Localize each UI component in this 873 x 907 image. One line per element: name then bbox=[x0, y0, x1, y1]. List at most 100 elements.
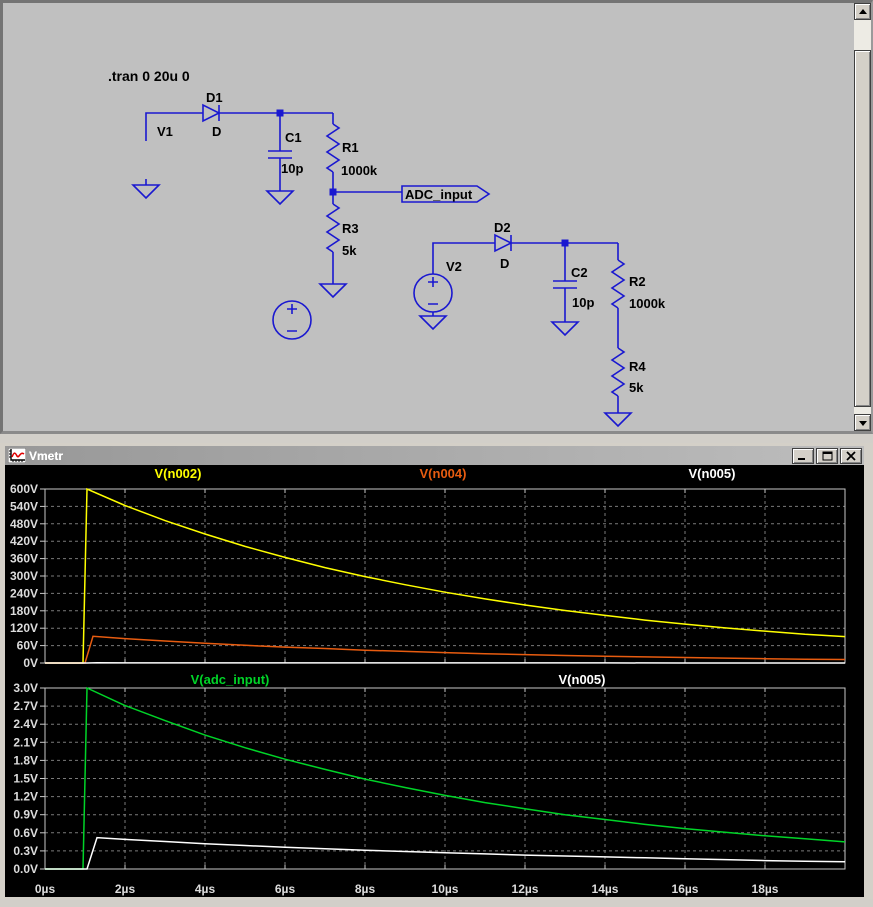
label-D2[interactable]: D2 bbox=[494, 220, 511, 235]
resistor-R4[interactable] bbox=[612, 348, 624, 396]
y-tick-label: 420V bbox=[10, 534, 38, 548]
x-tick-label: 12µs bbox=[512, 882, 539, 896]
y-tick-label: 360V bbox=[10, 552, 38, 566]
ground-icon[interactable] bbox=[320, 284, 346, 297]
label-R1[interactable]: R1 bbox=[342, 140, 359, 155]
ground-icon[interactable] bbox=[552, 322, 578, 335]
y-tick-label: 1.2V bbox=[13, 790, 38, 804]
label-R4[interactable]: R4 bbox=[629, 359, 646, 374]
legend-V(n005)[interactable]: V(n005) bbox=[559, 672, 606, 687]
ground-icon[interactable] bbox=[267, 191, 293, 204]
y-tick-label: 3.0V bbox=[13, 681, 38, 695]
waveform-svg: 600V 540V 480V 420V 360V 300V 240V 180V 120V 60V 0… bbox=[5, 465, 862, 897]
plot-pane-2: 3.0V 2.7V 2.4V 2.1V 1.8V 1.5V 1.2V 0.9V 0.6V 0.3V… bbox=[13, 672, 845, 876]
junction-node bbox=[562, 240, 569, 247]
schematic-vertical-scrollbar[interactable] bbox=[854, 3, 871, 431]
waveform-app-icon bbox=[8, 448, 26, 463]
waveform-plot-area[interactable]: 600V 540V 480V 420V 360V 300V 240V 180V 120V 60V 0… bbox=[5, 465, 864, 897]
diode-D2[interactable] bbox=[495, 235, 511, 251]
label-D1-model[interactable]: D bbox=[212, 124, 221, 139]
waveform-titlebar[interactable]: Vmetr bbox=[5, 446, 864, 465]
capacitor-C2[interactable] bbox=[553, 281, 577, 288]
y-tick-label: 1.5V bbox=[13, 772, 38, 786]
y-tick-label: 0.9V bbox=[13, 808, 38, 822]
plot-pane-1: 600V 540V 480V 420V 360V 300V 240V 180V 120V 60V 0… bbox=[10, 466, 845, 670]
y-tick-label: 300V bbox=[10, 569, 38, 583]
y-tick-label: 2.4V bbox=[13, 717, 38, 731]
schematic-window: ADC_input .tran 0 20u 0 V1 D1 D C1 10p R… bbox=[0, 0, 873, 434]
maximize-button[interactable] bbox=[816, 448, 838, 464]
y-tick-label: 480V bbox=[10, 517, 38, 531]
label-R3-value[interactable]: 5k bbox=[342, 243, 357, 258]
resistor-R1[interactable] bbox=[327, 124, 339, 172]
scroll-down-button[interactable] bbox=[854, 414, 871, 431]
y-tick-label: 0.6V bbox=[13, 826, 38, 840]
close-button[interactable] bbox=[840, 448, 862, 464]
minimize-icon bbox=[797, 451, 809, 461]
scroll-up-button[interactable] bbox=[854, 3, 871, 20]
x-tick-label: 2µs bbox=[115, 882, 136, 896]
y-tick-label: 1.8V bbox=[13, 753, 38, 767]
ground-icon[interactable] bbox=[605, 413, 631, 426]
x-tick-label: 4µs bbox=[195, 882, 216, 896]
y-tick-label: 240V bbox=[10, 586, 38, 600]
arrow-down-icon bbox=[859, 421, 867, 426]
x-tick-label: 10µs bbox=[432, 882, 459, 896]
ground-icon[interactable] bbox=[133, 185, 159, 198]
y-tick-label: 540V bbox=[10, 499, 38, 513]
spice-directive[interactable]: .tran 0 20u 0 bbox=[108, 68, 190, 84]
label-C1-value[interactable]: 10p bbox=[281, 161, 303, 176]
label-R2-value[interactable]: 1000k bbox=[629, 296, 666, 311]
resistor-R3[interactable] bbox=[327, 204, 339, 252]
y-tick-label: 2.7V bbox=[13, 699, 38, 713]
legend-V(n005)[interactable]: V(n005) bbox=[689, 466, 736, 481]
x-tick-label: 8µs bbox=[355, 882, 376, 896]
junction-node bbox=[277, 110, 284, 117]
label-V1[interactable]: V1 bbox=[157, 124, 173, 139]
minimize-button[interactable] bbox=[792, 448, 814, 464]
capacitor-C1[interactable] bbox=[268, 151, 292, 158]
label-R1-value[interactable]: 1000k bbox=[341, 163, 378, 178]
voltage-source-V2[interactable] bbox=[414, 274, 452, 312]
label-D2-model[interactable]: D bbox=[500, 256, 509, 271]
net-flag-adc-input[interactable]: ADC_input bbox=[402, 186, 489, 202]
scrollbar-thumb[interactable] bbox=[854, 50, 871, 407]
schematic-canvas[interactable]: ADC_input .tran 0 20u 0 V1 D1 D C1 10p R… bbox=[3, 3, 852, 431]
desktop: { "schematic": { "directive": ".tran 0 2… bbox=[0, 0, 873, 907]
label-R2[interactable]: R2 bbox=[629, 274, 646, 289]
x-tick-label: 18µs bbox=[752, 882, 779, 896]
junction-node bbox=[330, 189, 337, 196]
y-tick-label: 180V bbox=[10, 604, 38, 618]
y-tick-label: 2.1V bbox=[13, 735, 38, 749]
close-icon bbox=[846, 451, 856, 461]
y-tick-label: 120V bbox=[10, 621, 38, 635]
resistor-R2[interactable] bbox=[612, 260, 624, 308]
x-tick-label: 0µs bbox=[35, 882, 56, 896]
legend-V(n004)[interactable]: V(n004) bbox=[420, 466, 467, 481]
label-C2-value[interactable]: 10p bbox=[572, 295, 594, 310]
maximize-icon bbox=[822, 451, 833, 461]
x-tick-label: 16µs bbox=[672, 882, 699, 896]
y-tick-label: 600V bbox=[10, 482, 38, 496]
label-C1[interactable]: C1 bbox=[285, 130, 302, 145]
y-tick-label: 60V bbox=[17, 639, 38, 653]
legend-V(n002)[interactable]: V(n002) bbox=[155, 466, 202, 481]
x-tick-label: 6µs bbox=[275, 882, 296, 896]
x-tick-label: 14µs bbox=[592, 882, 619, 896]
label-V2[interactable]: V2 bbox=[446, 259, 462, 274]
label-R4-value[interactable]: 5k bbox=[629, 380, 644, 395]
label-C2[interactable]: C2 bbox=[571, 265, 588, 280]
waveform-window: Vmetr 600V 540V 480V 420V 360V 300V 240V 180V 12… bbox=[0, 443, 873, 899]
net-flag-label[interactable]: ADC_input bbox=[405, 187, 473, 202]
y-tick-label: 0.0V bbox=[13, 862, 38, 876]
ground-icon[interactable] bbox=[420, 316, 446, 329]
window-title: Vmetr bbox=[29, 449, 790, 463]
label-R3[interactable]: R3 bbox=[342, 221, 359, 236]
y-tick-label: 0.3V bbox=[13, 844, 38, 858]
voltage-source-V1[interactable] bbox=[273, 301, 311, 339]
label-D1[interactable]: D1 bbox=[206, 90, 223, 105]
diode-D1[interactable] bbox=[203, 105, 219, 121]
y-tick-label: 0V bbox=[23, 656, 38, 670]
legend-V(adc_input)[interactable]: V(adc_input) bbox=[191, 672, 270, 687]
arrow-up-icon bbox=[859, 9, 867, 14]
